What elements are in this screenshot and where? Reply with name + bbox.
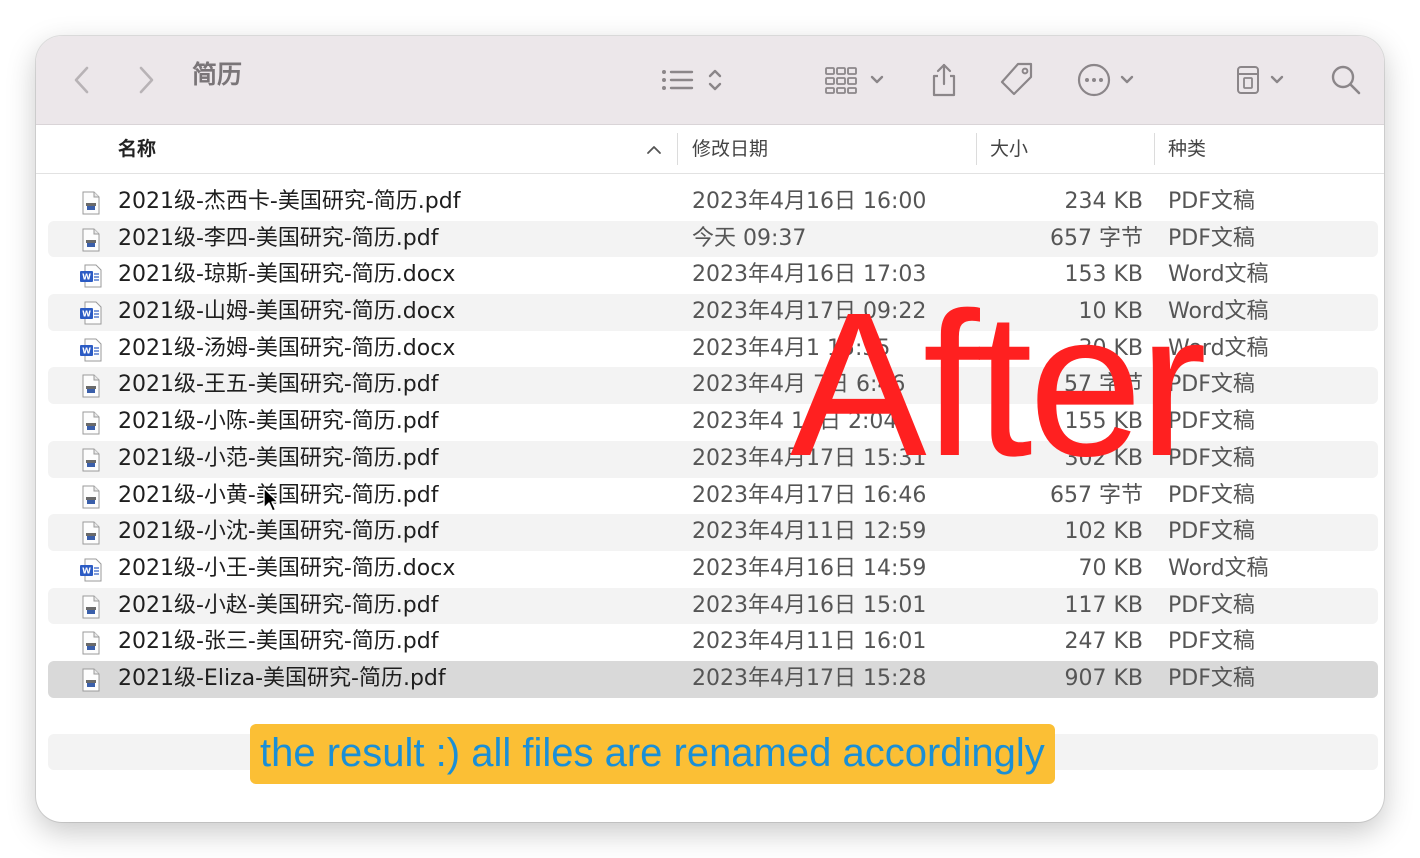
file-size: 234 KB bbox=[1064, 189, 1143, 214]
file-size: 117 KB bbox=[1064, 592, 1143, 618]
file-size: 657 字节 bbox=[1050, 225, 1143, 251]
file-name: 2021级-张三-美国研究-简历.pdf bbox=[118, 629, 439, 655]
column-kind-header[interactable]: 种类 bbox=[1168, 125, 1206, 173]
word-document-icon: W bbox=[80, 558, 102, 582]
pdf-document-icon bbox=[80, 411, 102, 435]
chevron-left-icon[interactable] bbox=[72, 36, 92, 124]
caption-banner: the result :) all files are renamed acco… bbox=[250, 724, 1055, 784]
file-kind: PDF文稿 bbox=[1168, 592, 1255, 618]
word-document-icon: W bbox=[80, 264, 102, 288]
mouse-cursor-icon bbox=[262, 486, 280, 518]
file-date: 2023年4月11日 16:01 bbox=[692, 629, 927, 655]
file-row[interactable]: 2021级-小沈-美国研究-简历.pdf 2023年4月11日 12:59 102 … bbox=[48, 514, 1378, 551]
file-kind: PDF文稿 bbox=[1168, 665, 1255, 691]
file-date: 2023年4月16日 14:59 bbox=[692, 555, 927, 581]
file-name: 2021级-汤姆-美国研究-简历.docx bbox=[118, 335, 456, 361]
tag-icon[interactable] bbox=[998, 36, 1036, 124]
chevron-right-icon[interactable] bbox=[136, 36, 156, 124]
column-header: 名称 修改日期 大小 种类 bbox=[36, 125, 1384, 174]
toolbar: 简历 bbox=[36, 36, 1384, 125]
file-date: 今天 09:37 bbox=[692, 225, 807, 251]
file-kind: PDF文稿 bbox=[1168, 189, 1255, 214]
pdf-document-icon bbox=[80, 228, 102, 252]
svg-text:W: W bbox=[82, 346, 91, 355]
file-date: 2023年4月16日 15:01 bbox=[692, 592, 927, 618]
file-kind: Word文稿 bbox=[1168, 555, 1269, 581]
pdf-document-icon bbox=[80, 191, 102, 215]
file-name: 2021级-Eliza-美国研究-简历.pdf bbox=[118, 665, 446, 691]
file-row[interactable]: 2021级-小赵-美国研究-简历.pdf 2023年4月16日 15:01 117 … bbox=[48, 587, 1378, 625]
sort-ascending-icon[interactable] bbox=[646, 127, 662, 175]
pdf-document-icon bbox=[80, 448, 102, 472]
column-name-header[interactable]: 名称 bbox=[118, 125, 156, 173]
svg-text:W: W bbox=[82, 273, 91, 282]
file-name: 2021级-李四-美国研究-简历.pdf bbox=[118, 225, 439, 251]
file-date: 2023年4月17日 15:28 bbox=[692, 665, 927, 691]
column-size-header[interactable]: 大小 bbox=[990, 125, 1028, 173]
file-date: 2023年4月11日 12:59 bbox=[692, 519, 927, 545]
file-name: 2021级-琼斯-美国研究-简历.docx bbox=[118, 262, 456, 288]
file-kind: PDF文稿 bbox=[1168, 519, 1255, 545]
column-divider[interactable] bbox=[1154, 133, 1155, 165]
grid-view-icon[interactable] bbox=[824, 36, 890, 124]
folder-title: 简历 bbox=[192, 60, 243, 89]
pdf-document-icon bbox=[80, 595, 102, 619]
pdf-document-icon bbox=[80, 631, 102, 655]
drive-icon[interactable] bbox=[1234, 36, 1294, 124]
file-row[interactable]: 2021级-李四-美国研究-简历.pdf 今天 09:37 657 字节 PDF文稿 bbox=[48, 220, 1378, 258]
file-name: 2021级-山姆-美国研究-简历.docx bbox=[118, 299, 456, 325]
file-size: 907 KB bbox=[1064, 665, 1143, 691]
file-size: 70 KB bbox=[1078, 555, 1143, 581]
file-name: 2021级-杰西卡-美国研究-简历.pdf bbox=[118, 189, 461, 214]
search-icon[interactable] bbox=[1330, 36, 1362, 124]
word-document-icon: W bbox=[80, 338, 102, 362]
pdf-document-icon bbox=[80, 521, 102, 545]
file-row[interactable]: 2021级-Eliza-美国研究-简历.pdf 2023年4月17日 15:28 9… bbox=[48, 660, 1378, 698]
file-row[interactable]: 2021级-张三-美国研究-简历.pdf 2023年4月11日 16:01 247 … bbox=[48, 624, 1378, 661]
pdf-document-icon bbox=[80, 485, 102, 509]
share-icon[interactable] bbox=[928, 36, 960, 124]
file-row[interactable]: W 2021级-小王-美国研究-简历.docx 2023年4月16日 14:59 70… bbox=[48, 551, 1378, 588]
file-name: 2021级-小沈-美国研究-简历.pdf bbox=[118, 519, 439, 545]
svg-text:W: W bbox=[82, 310, 91, 319]
file-name: 2021级-小范-美国研究-简历.pdf bbox=[118, 445, 439, 471]
pdf-document-icon bbox=[80, 374, 102, 398]
file-kind: PDF文稿 bbox=[1168, 225, 1255, 251]
word-document-icon: W bbox=[80, 301, 102, 325]
column-divider[interactable] bbox=[677, 133, 678, 165]
after-overlay-text: After bbox=[790, 270, 1207, 499]
column-divider[interactable] bbox=[976, 133, 977, 165]
file-name: 2021级-小王-美国研究-简历.docx bbox=[118, 555, 456, 581]
list-view-icon[interactable] bbox=[660, 36, 728, 124]
file-date: 2023年4月16日 16:00 bbox=[692, 189, 927, 214]
file-row[interactable]: 2021级-杰西卡-美国研究-简历.pdf 2023年4月16日 16:00 234… bbox=[48, 184, 1378, 221]
file-size: 247 KB bbox=[1064, 629, 1143, 655]
file-name: 2021级-小陈-美国研究-简历.pdf bbox=[118, 409, 439, 435]
file-kind: PDF文稿 bbox=[1168, 629, 1255, 655]
svg-text:W: W bbox=[82, 566, 91, 575]
file-name: 2021级-小赵-美国研究-简历.pdf bbox=[118, 592, 439, 618]
column-date-header[interactable]: 修改日期 bbox=[692, 125, 768, 173]
pdf-document-icon bbox=[80, 668, 102, 692]
file-name: 2021级-王五-美国研究-简历.pdf bbox=[118, 372, 439, 398]
file-size: 102 KB bbox=[1064, 519, 1143, 545]
more-icon[interactable] bbox=[1076, 36, 1142, 124]
